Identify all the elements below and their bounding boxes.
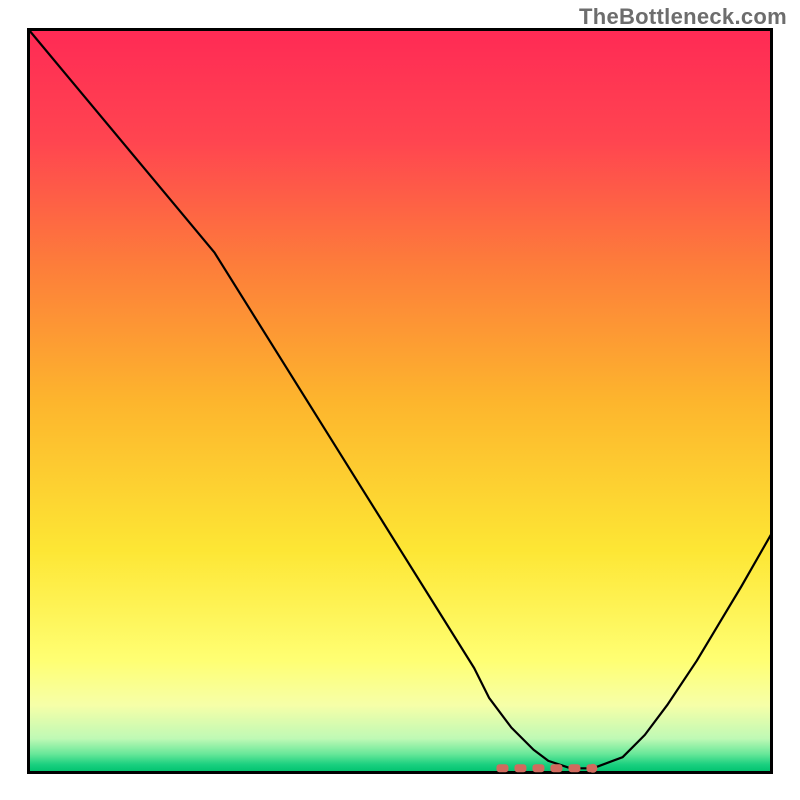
watermark-label: TheBottleneck.com (579, 4, 787, 30)
chart-background (29, 30, 771, 772)
bottleneck-chart (27, 28, 773, 774)
